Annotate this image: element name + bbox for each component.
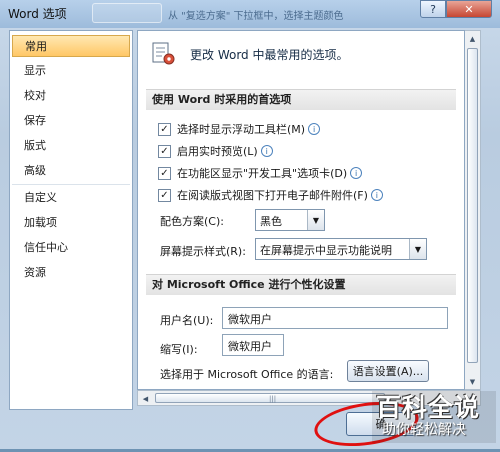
language-settings-button[interactable]: 语言设置(A)...: [347, 360, 429, 382]
tooltip-style-label: 屏幕提示样式(R):: [160, 245, 246, 258]
sidebar-item-advanced[interactable]: 高级: [12, 160, 130, 182]
vertical-scroll-thumb[interactable]: [467, 48, 478, 363]
email-attachments-label: 在阅读版式视图下打开电子邮件附件(F): [177, 189, 368, 202]
sidebar-divider: [12, 184, 130, 185]
chevron-down-icon[interactable]: ▼: [307, 210, 324, 230]
word-options-window: Word 选项 从 "复选方案" 下拉框中，选择主题颜色 ? ✕ 常用 显示 校…: [0, 0, 500, 452]
initials-value: 微软用户: [228, 340, 272, 353]
username-value: 微软用户: [228, 313, 272, 326]
tooltip-style-select[interactable]: 在屏幕提示中显示功能说明 ▼: [255, 238, 427, 260]
option-floating-toolbar[interactable]: ✓ 选择时显示浮动工具栏(M) i: [158, 120, 321, 138]
scroll-left-icon[interactable]: ◀: [138, 391, 153, 406]
sidebar-item-label: 常用: [25, 40, 47, 53]
username-label: 用户名(U):: [160, 314, 214, 327]
color-scheme-label: 配色方案(C):: [160, 215, 224, 228]
username-field[interactable]: 微软用户: [222, 307, 448, 329]
scroll-grip-icon: |||: [269, 395, 277, 403]
language-label: 选择用于 Microsoft Office 的语言:: [160, 368, 334, 381]
section-personalize-heading: 对 Microsoft Office 进行个性化设置: [146, 274, 456, 295]
developer-tab-checkbox[interactable]: ✓: [158, 166, 171, 180]
vertical-scrollbar[interactable]: ▲ ▼: [465, 30, 481, 390]
floating-toolbar-checkbox[interactable]: ✓: [158, 122, 171, 136]
developer-tab-label: 在功能区显示"开发工具"选项卡(D): [177, 167, 348, 180]
sidebar-item-label: 显示: [24, 64, 46, 77]
sidebar-item-display[interactable]: 显示: [12, 60, 130, 82]
chevron-down-icon[interactable]: ▼: [409, 239, 426, 259]
scroll-up-icon[interactable]: ▲: [465, 31, 480, 46]
sidebar-item-proofing[interactable]: 校对: [12, 85, 130, 107]
color-scheme-value: 黑色: [260, 215, 282, 228]
close-button[interactable]: ✕: [446, 0, 492, 18]
tooltip-style-value: 在屏幕提示中显示功能说明: [260, 244, 392, 257]
info-icon: i: [350, 167, 363, 179]
sidebar-item-common[interactable]: 常用: [12, 35, 130, 57]
live-preview-checkbox[interactable]: ✓: [158, 144, 171, 158]
sidebar-item-label: 信任中心: [24, 241, 68, 254]
live-preview-label: 启用实时预览(L): [177, 145, 258, 158]
sidebar-item-resources[interactable]: 资源: [12, 262, 130, 284]
background-tab: [92, 3, 162, 23]
options-sidebar: 常用 显示 校对 保存 版式 高级 自定义 加载项 信任中心 资源: [9, 30, 133, 410]
sidebar-item-label: 加载项: [24, 216, 57, 229]
info-icon: i: [308, 123, 321, 135]
background-instruction-text: 从 "复选方案" 下拉框中，选择主题颜色: [168, 11, 344, 22]
sidebar-item-save[interactable]: 保存: [12, 110, 130, 132]
sidebar-item-label: 保存: [24, 114, 46, 127]
email-attachments-checkbox[interactable]: ✓: [158, 188, 171, 202]
window-title: Word 选项: [8, 7, 67, 21]
title-bar: Word 选项 从 "复选方案" 下拉框中，选择主题颜色 ? ✕: [0, 0, 500, 28]
help-icon: ?: [430, 2, 436, 16]
close-icon: ✕: [464, 2, 474, 16]
sidebar-item-addins[interactable]: 加载项: [12, 212, 130, 234]
initials-field[interactable]: 微软用户: [222, 334, 284, 356]
sidebar-item-label: 校对: [24, 89, 46, 102]
color-scheme-select[interactable]: 黑色 ▼: [255, 209, 325, 231]
options-content-panel: 更改 Word 中最常用的选项。 使用 Word 时采用的首选项 ✓ 选择时显示…: [137, 30, 465, 390]
sidebar-item-trust-center[interactable]: 信任中心: [12, 237, 130, 259]
sidebar-item-customize[interactable]: 自定义: [12, 187, 130, 209]
info-icon: i: [260, 145, 273, 157]
options-settings-icon: [152, 42, 175, 65]
page-title: 更改 Word 中最常用的选项。: [190, 48, 349, 62]
section-preferences-heading: 使用 Word 时采用的首选项: [146, 89, 456, 110]
scroll-down-icon[interactable]: ▼: [465, 374, 480, 389]
option-email-attachments[interactable]: ✓ 在阅读版式视图下打开电子邮件附件(F) i: [158, 186, 383, 204]
option-developer-tab[interactable]: ✓ 在功能区显示"开发工具"选项卡(D) i: [158, 164, 363, 182]
floating-toolbar-label: 选择时显示浮动工具栏(M): [177, 123, 306, 136]
option-live-preview[interactable]: ✓ 启用实时预览(L) i: [158, 142, 273, 160]
horizontal-scroll-thumb[interactable]: |||: [155, 393, 385, 403]
help-button[interactable]: ?: [420, 0, 446, 18]
sidebar-item-label: 版式: [24, 139, 46, 152]
watermark-subtitle: 助你轻松解决: [382, 422, 466, 438]
sidebar-item-label: 资源: [24, 266, 46, 279]
info-icon: i: [370, 189, 383, 201]
initials-label: 缩写(I):: [160, 343, 198, 356]
sidebar-item-layout[interactable]: 版式: [12, 135, 130, 157]
sidebar-item-label: 自定义: [24, 191, 57, 204]
sidebar-item-label: 高级: [24, 164, 46, 177]
